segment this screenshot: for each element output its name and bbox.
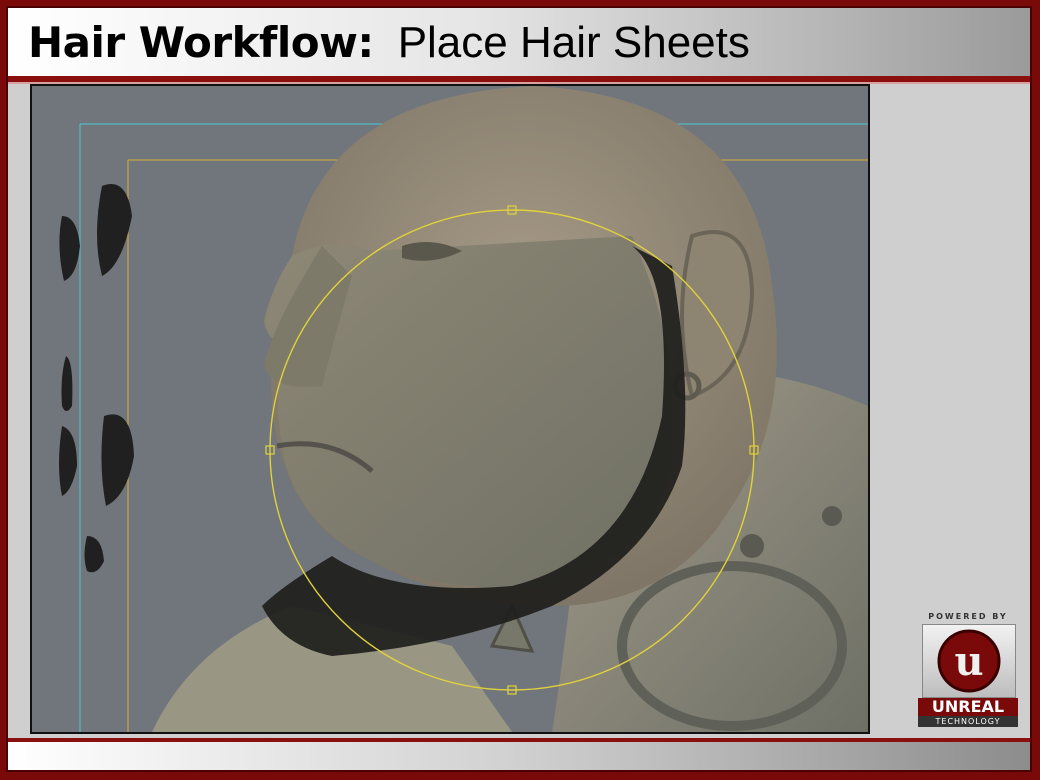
title-bold: Hair Workflow: bbox=[28, 18, 374, 67]
viewport-render bbox=[59, 86, 868, 732]
footer-band bbox=[8, 742, 1030, 770]
logo-top-text: POWERED BY bbox=[928, 612, 1008, 621]
logo-emblem: u bbox=[922, 624, 1016, 698]
viewport-3d[interactable] bbox=[30, 84, 870, 734]
logo-sub-text: TECHNOLOGY bbox=[918, 716, 1018, 727]
slide: Hair Workflow: Place Hair Sheets POWERED… bbox=[6, 6, 1032, 772]
title-subtitle: Place Hair Sheets bbox=[397, 18, 750, 67]
svg-text:u: u bbox=[954, 638, 983, 685]
slide-title: Hair Workflow: Place Hair Sheets bbox=[28, 18, 750, 68]
loose-hair-sheets[interactable] bbox=[59, 184, 134, 573]
title-band: Hair Workflow: Place Hair Sheets bbox=[8, 8, 1030, 76]
unreal-logo: POWERED BY u UNREAL TECHNOLOGY bbox=[918, 612, 1018, 728]
logo-word: UNREAL bbox=[918, 698, 1018, 716]
